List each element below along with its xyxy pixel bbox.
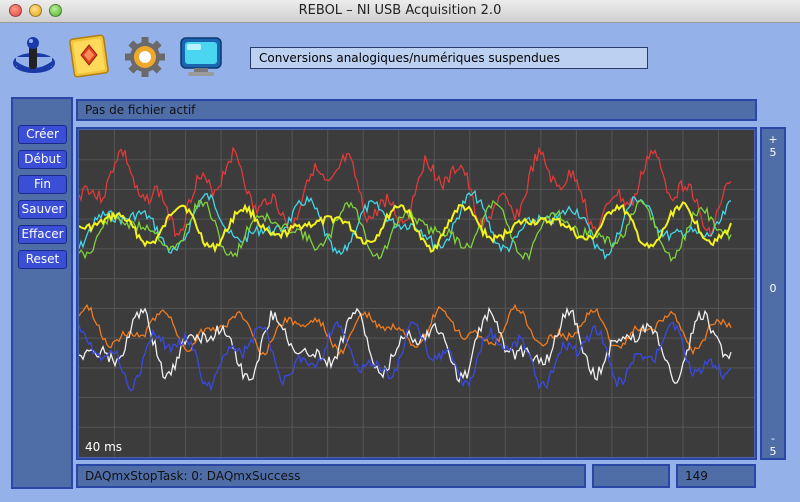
scale-top-sign: + (768, 133, 778, 146)
acquisition-status-field: Conversions analogiques/numériques suspe… (250, 47, 648, 69)
window-title: REBOL – NI USB Acquisition 2.0 (298, 3, 502, 18)
scale-bottom-value: 5 (769, 445, 777, 458)
scale-top-value: 5 (769, 146, 777, 159)
sample-count-field: 149 (676, 464, 756, 488)
app-window: REBOL – NI USB Acquisition 2.0 Conversio… (0, 0, 800, 502)
save-button[interactable]: Sauver (18, 200, 67, 219)
monitor-icon[interactable] (178, 33, 224, 79)
plot-background (79, 130, 754, 457)
voltage-scale: + 5 0 - 5 (760, 127, 786, 460)
reset-button[interactable]: Reset (18, 250, 67, 269)
create-button[interactable]: Créer (18, 125, 67, 144)
end-button[interactable]: Fin (18, 175, 67, 194)
auxiliary-field (592, 464, 670, 488)
title-bar: REBOL – NI USB Acquisition 2.0 (0, 0, 800, 23)
daq-status-field: DAQmxStopTask: 0: DAQmxSuccess (76, 464, 586, 488)
signal-plot (79, 130, 754, 457)
open-file-icon[interactable] (66, 33, 112, 79)
scale-zero: 0 (769, 282, 777, 295)
active-file-field: Pas de fichier actif (76, 99, 757, 121)
settings-gear-icon[interactable] (122, 33, 168, 79)
command-panel: Créer Début Fin Sauver Effacer Reset (11, 97, 73, 489)
scale-bottom-sign: - (771, 432, 775, 445)
start-button[interactable]: Début (18, 150, 67, 169)
time-scale-label: 40 ms (85, 440, 123, 454)
clear-button[interactable]: Effacer (18, 225, 67, 244)
joystick-icon[interactable] (10, 33, 56, 79)
